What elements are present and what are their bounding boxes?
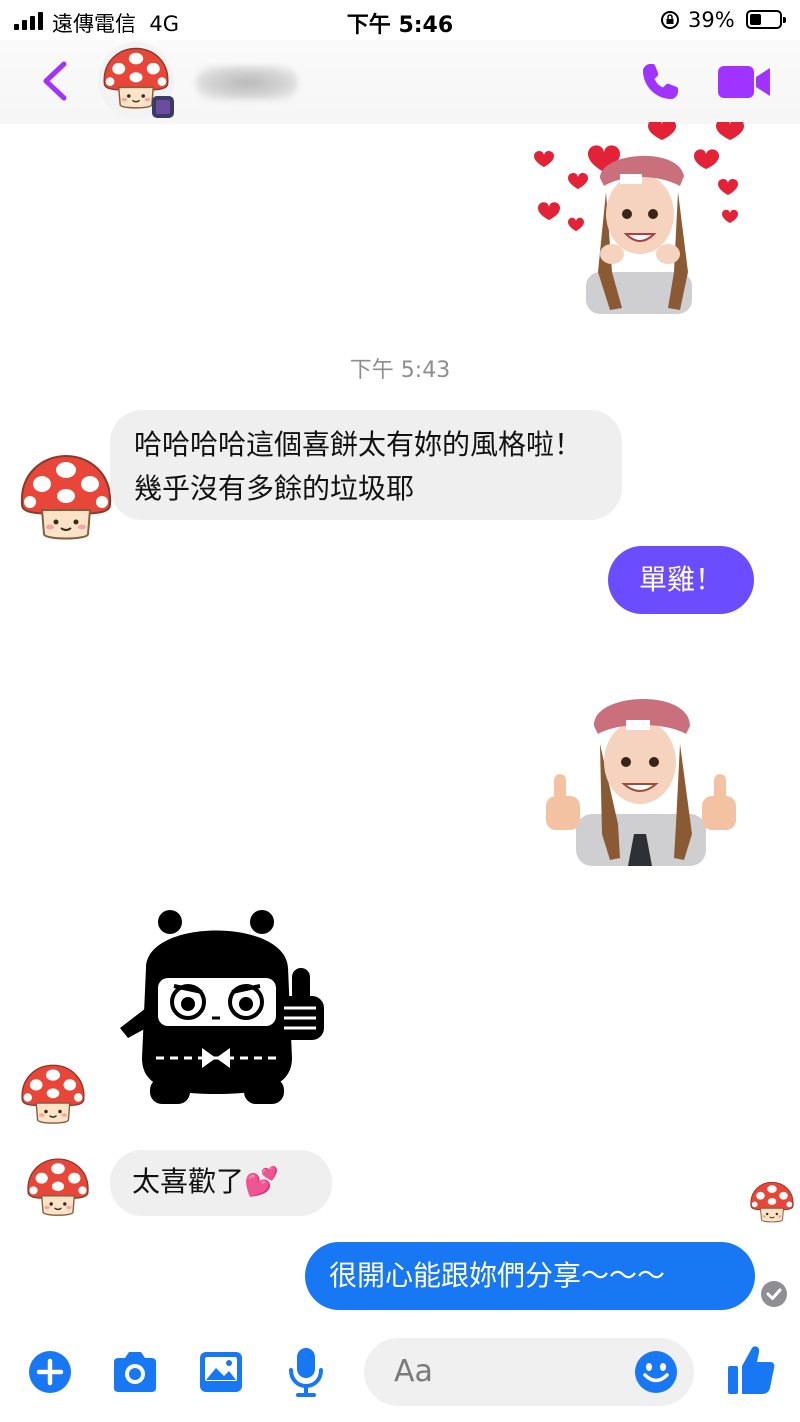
back-chevron-icon[interactable] [36, 58, 76, 104]
outgoing-message-bubble[interactable]: 單雞！ [608, 546, 754, 614]
emoji-icon[interactable] [634, 1350, 678, 1394]
contact-avatar-small[interactable] [24, 1156, 92, 1218]
incoming-message-bubble[interactable]: 太喜歡了💕 [110, 1150, 332, 1216]
plus-icon[interactable] [28, 1350, 72, 1394]
delivered-check-icon [761, 1281, 787, 1307]
contact-avatar[interactable] [96, 40, 176, 120]
sticker-black-bear-thumbs-up[interactable] [116, 908, 332, 1108]
sticker-avatar-hearts[interactable] [528, 122, 750, 314]
contact-avatar-small[interactable] [18, 1062, 88, 1126]
conversation-timestamp: 下午 5:43 [349, 358, 451, 383]
battery-icon [746, 10, 786, 29]
battery-percentage: 39% [688, 8, 735, 32]
incoming-message-bubble[interactable]: 哈哈哈哈這個喜餅太有妳的風格啦！幾乎沒有多餘的垃圾耶 [110, 410, 622, 520]
status-time: 下午 5:46 [346, 13, 454, 38]
camera-icon[interactable] [110, 1350, 160, 1394]
rotation-lock-icon [661, 11, 679, 29]
outgoing-message-bubble[interactable]: 很開心能跟妳們分享～～～ [305, 1242, 755, 1310]
microphone-icon[interactable] [288, 1346, 324, 1398]
sticker-avatar-thumbs-up[interactable] [542, 684, 738, 866]
message-input-placeholder: Aa [394, 1354, 433, 1389]
message-composer: Aa [0, 1330, 800, 1422]
read-receipt-avatar [750, 1181, 794, 1223]
image-icon[interactable] [198, 1350, 244, 1394]
thumbs-up-icon[interactable] [726, 1344, 776, 1396]
video-camera-icon[interactable] [716, 62, 772, 102]
phone-icon[interactable] [636, 58, 684, 106]
contact-name[interactable] [196, 60, 296, 100]
chat-header [0, 40, 800, 124]
contact-avatar-small[interactable] [16, 452, 116, 542]
message-input[interactable]: Aa [364, 1338, 694, 1406]
status-bar: 遠傳電信 4G 下午 5:46 39% [0, 0, 800, 40]
